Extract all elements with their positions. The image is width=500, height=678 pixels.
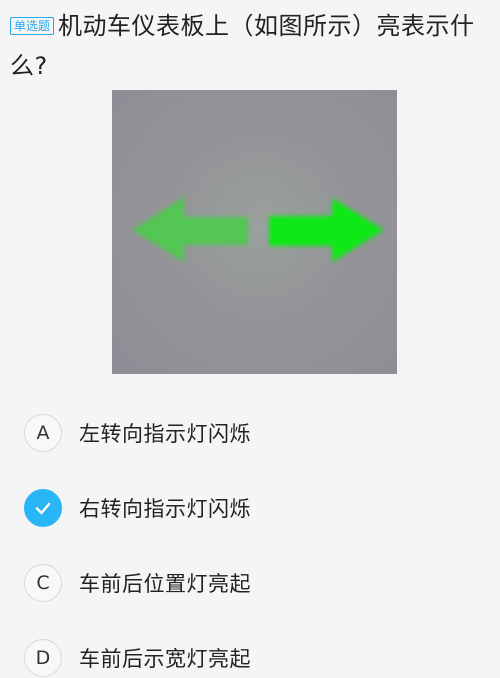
right-arrow-icon bbox=[269, 198, 384, 262]
option-a[interactable]: A 左转向指示灯闪烁 bbox=[24, 413, 464, 453]
option-c[interactable]: C 车前后位置灯亮起 bbox=[24, 563, 464, 603]
option-b-selected-indicator bbox=[24, 489, 62, 527]
option-d-letter: D bbox=[24, 639, 62, 677]
question-figure bbox=[112, 90, 397, 374]
option-a-text: 左转向指示灯闪烁 bbox=[79, 422, 251, 446]
option-a-letter: A bbox=[24, 414, 62, 452]
option-d-text: 车前后示宽灯亮起 bbox=[79, 647, 251, 671]
question-stem: 单选题 机动车仪表板上（如图所示）亮表示什么? bbox=[10, 6, 490, 86]
option-c-text: 车前后位置灯亮起 bbox=[79, 572, 251, 596]
turn-signal-arrows-icon bbox=[132, 197, 384, 262]
option-d[interactable]: D 车前后示宽灯亮起 bbox=[24, 638, 464, 678]
question-type-badge: 单选题 bbox=[10, 17, 55, 35]
left-arrow-icon bbox=[132, 197, 248, 262]
checkmark-icon bbox=[35, 502, 51, 515]
question-text: 机动车仪表板上（如图所示）亮表示什么? bbox=[10, 12, 475, 80]
option-c-letter: C bbox=[24, 564, 62, 602]
option-b[interactable]: 右转向指示灯闪烁 bbox=[24, 488, 464, 528]
option-b-text: 右转向指示灯闪烁 bbox=[79, 497, 251, 521]
